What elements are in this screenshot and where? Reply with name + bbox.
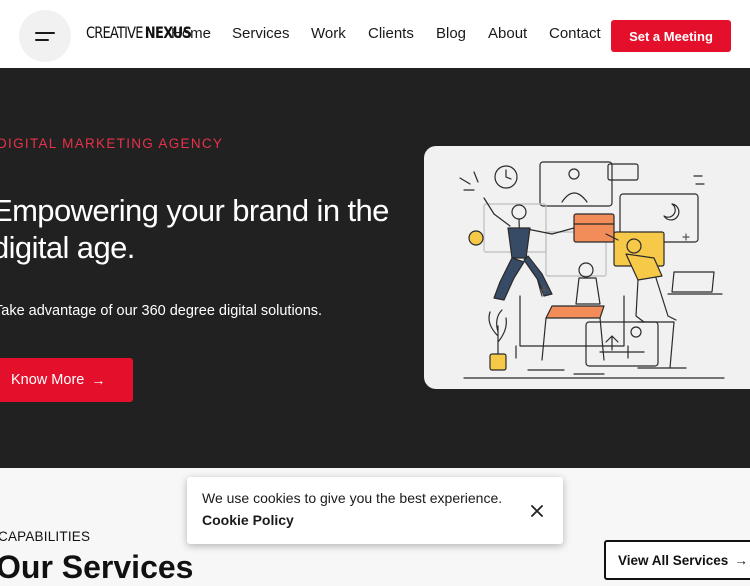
know-more-button[interactable]: Know More →	[0, 358, 133, 402]
menu-icon	[35, 31, 55, 41]
hero-subtext: Take advantage of our 360 degree digital…	[0, 303, 323, 319]
view-all-services-button[interactable]: View All Services →	[604, 540, 750, 580]
arrow-right-icon: →	[734, 552, 748, 568]
view-all-label: View All Services	[618, 552, 729, 568]
nav-clients[interactable]: Clients	[368, 25, 414, 42]
capabilities-eyebrow: CAPABILITIES	[0, 529, 91, 544]
hero-eyebrow: DIGITAL MARKETING AGENCY	[0, 136, 224, 151]
close-icon[interactable]	[527, 501, 547, 521]
nav-services[interactable]: Services	[232, 25, 290, 42]
nav-about[interactable]: About	[488, 25, 527, 42]
hero-headline: Empowering your brand in the digital age…	[0, 193, 389, 265]
arrow-right-icon: →	[91, 372, 106, 388]
cookie-banner: We use cookies to give you the best expe…	[187, 477, 563, 544]
cookie-policy-link[interactable]: Cookie Policy	[202, 512, 294, 528]
hero-illustration	[424, 146, 750, 389]
menu-button[interactable]	[19, 10, 71, 62]
know-more-label: Know More	[11, 372, 85, 388]
nav-work[interactable]: Work	[311, 25, 346, 42]
nav-contact[interactable]: Contact	[549, 25, 601, 42]
hero-section: DIGITAL MARKETING AGENCY Empowering your…	[0, 68, 750, 468]
nav-blog[interactable]: Blog	[436, 25, 466, 42]
cookie-message: We use cookies to give you the best expe…	[202, 490, 503, 506]
team-illustration-image	[459, 161, 725, 379]
logo-text-left: CREATIVE	[86, 24, 143, 43]
services-title: Our Services	[0, 549, 194, 585]
site-header: CREATIVE NEXUS Home Services Work Client…	[0, 0, 750, 68]
nav-home[interactable]: Home	[171, 25, 211, 42]
set-meeting-button[interactable]: Set a Meeting	[611, 20, 731, 52]
